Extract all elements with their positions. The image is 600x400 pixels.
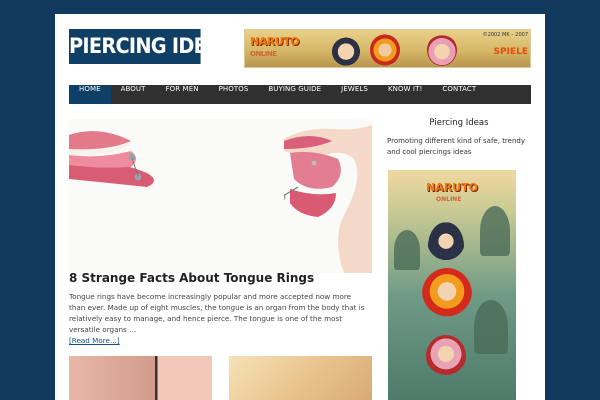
banner-logo-sub: ONLINE xyxy=(250,50,277,58)
post-thumbnail-second[interactable] xyxy=(229,356,372,400)
banner-character-sakura xyxy=(427,34,457,66)
ad-tree-2 xyxy=(480,206,510,256)
nav-item-jewels[interactable]: JEWELS xyxy=(331,85,378,104)
banner-logo-text: NARUTO xyxy=(250,35,299,48)
post-thumbnail-ear[interactable] xyxy=(69,356,212,400)
sidebar-ad-logo-sub: ONLINE xyxy=(436,196,462,203)
page-container: PIERCING IDEAS NARUTO ONLINE ©2002 MK – 2… xyxy=(55,14,545,400)
banner-ad[interactable]: NARUTO ONLINE ©2002 MK – 2007 SPIELE xyxy=(244,29,531,68)
nav-item-for-men[interactable]: FOR MEN xyxy=(156,85,209,104)
nav-item-photos[interactable]: PHOTOS xyxy=(209,85,259,104)
ad-character-sakura xyxy=(426,335,466,377)
banner-character-sasuke xyxy=(331,34,361,66)
ad-character-sasuke xyxy=(428,222,464,270)
post-excerpt-text: Tongue rings have become increasingly po… xyxy=(69,292,365,334)
ad-tree-1 xyxy=(394,230,420,270)
site-title[interactable]: PIERCING IDEAS xyxy=(69,29,234,64)
tongue-piercing-image-left xyxy=(69,131,154,187)
ad-character-naruto xyxy=(422,268,472,320)
ad-tree-3 xyxy=(474,300,508,354)
sidebar-widget-text: Promoting different kind of safe, trendy… xyxy=(387,137,525,156)
nav-item-about[interactable]: ABOUT xyxy=(111,85,156,104)
post-title[interactable]: 8 Strange Facts About Tongue Rings xyxy=(69,271,314,285)
nav-item-contact[interactable]: CONTACT xyxy=(432,85,486,104)
post-featured-image[interactable] xyxy=(69,119,372,273)
sidebar-ad[interactable]: NARUTO ONLINE xyxy=(388,170,516,400)
nav-item-buying-guide[interactable]: BUYING GUIDE xyxy=(258,85,331,104)
banner-logo: NARUTO ONLINE xyxy=(250,36,299,60)
sidebar-ad-logo: NARUTO ONLINE xyxy=(426,182,478,206)
nav-item-know-it[interactable]: KNOW IT! xyxy=(378,85,432,104)
main-nav: HOME ABOUT FOR MEN PHOTOS BUYING GUIDE J… xyxy=(69,85,531,104)
sidebar-ad-logo-text: NARUTO xyxy=(426,181,478,194)
sidebar-widget-title: Piercing Ideas xyxy=(429,118,489,128)
banner-tag: SPIELE xyxy=(493,47,528,57)
tongue-piercing-image-right xyxy=(284,125,372,273)
post-excerpt: Tongue rings have become increasingly po… xyxy=(69,291,369,346)
read-more-link[interactable]: [Read More...] xyxy=(69,336,120,345)
nav-item-home[interactable]: HOME xyxy=(69,85,111,104)
banner-copyright: ©2002 MK – 2007 xyxy=(482,32,528,38)
banner-character-naruto xyxy=(370,34,400,66)
